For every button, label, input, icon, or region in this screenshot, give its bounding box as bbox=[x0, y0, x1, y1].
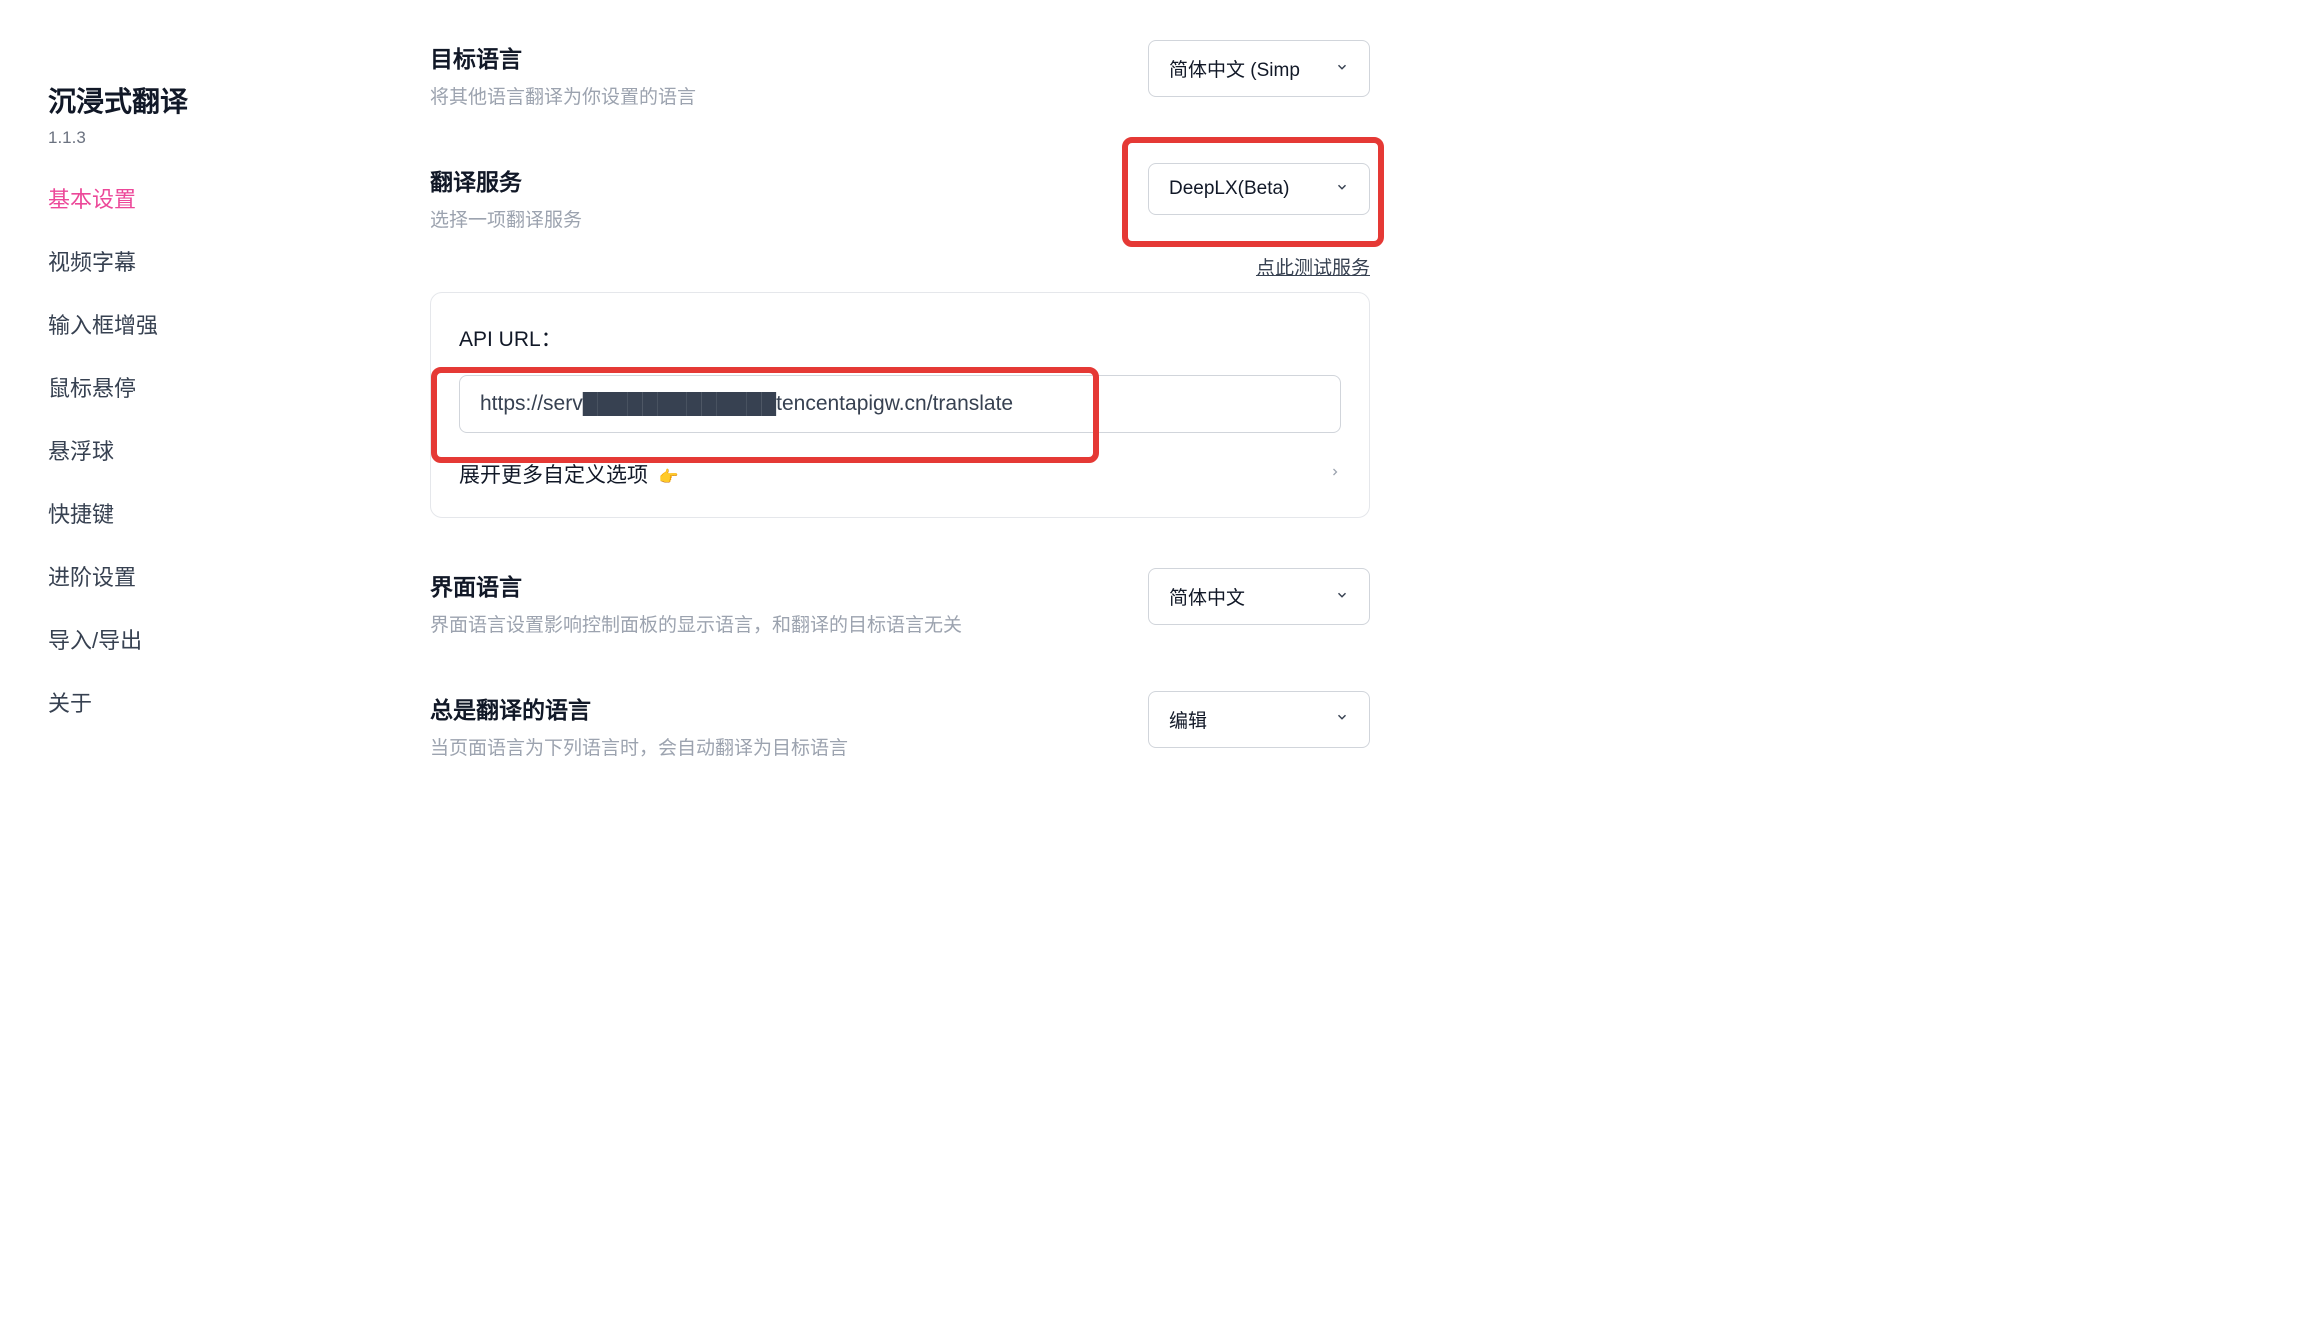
api-url-input[interactable] bbox=[459, 375, 1341, 433]
sidebar-item-about[interactable]: 关于 bbox=[48, 686, 370, 718]
ui-language-value: 简体中文 bbox=[1169, 583, 1245, 610]
service-select[interactable]: DeepLX(Beta) bbox=[1148, 163, 1370, 215]
ui-language-desc: 界面语言设置影响控制面板的显示语言，和翻译的目标语言无关 bbox=[430, 612, 1124, 641]
sidebar-item-video-subtitles[interactable]: 视频字幕 bbox=[48, 245, 370, 277]
chevron-down-icon bbox=[1335, 58, 1349, 80]
chevron-down-icon bbox=[1335, 586, 1349, 608]
chevron-down-icon bbox=[1335, 708, 1349, 730]
pointing-right-icon: 👉 bbox=[658, 469, 678, 486]
section-translation-service: 翻译服务 选择一项翻译服务 DeepLX(Beta) 点此测试服务 API UR… bbox=[430, 163, 1370, 519]
target-language-desc: 将其他语言翻译为你设置的语言 bbox=[430, 84, 1124, 113]
api-url-label: API URL： bbox=[459, 323, 1341, 353]
service-desc: 选择一项翻译服务 bbox=[430, 207, 1124, 236]
target-language-value: 简体中文 (Simp bbox=[1169, 55, 1300, 82]
sidebar-item-float-ball[interactable]: 悬浮球 bbox=[48, 434, 370, 466]
service-value: DeepLX(Beta) bbox=[1169, 178, 1289, 200]
expand-label: 展开更多自定义选项 bbox=[459, 464, 648, 487]
service-title: 翻译服务 bbox=[430, 163, 1124, 197]
always-translate-select[interactable]: 编辑 bbox=[1148, 691, 1370, 748]
target-language-select[interactable]: 简体中文 (Simp bbox=[1148, 40, 1370, 97]
section-always-translate: 总是翻译的语言 当页面语言为下列语言时，会自动翻译为目标语言 编辑 bbox=[430, 691, 1370, 764]
app-root: 沉浸式翻译 1.1.3 基本设置 视频字幕 输入框增强 鼠标悬停 悬浮球 快捷键… bbox=[0, 0, 2318, 1344]
section-target-language: 目标语言 将其他语言翻译为你设置的语言 简体中文 (Simp bbox=[430, 40, 1370, 113]
chevron-down-icon bbox=[1335, 178, 1349, 200]
test-service-link[interactable]: 点此测试服务 bbox=[1256, 258, 1370, 279]
ui-language-select[interactable]: 简体中文 bbox=[1148, 568, 1370, 625]
app-title: 沉浸式翻译 bbox=[48, 80, 370, 120]
target-language-title: 目标语言 bbox=[430, 40, 1124, 74]
always-translate-value: 编辑 bbox=[1169, 706, 1207, 733]
sidebar-item-import-export[interactable]: 导入/导出 bbox=[48, 623, 370, 655]
always-translate-title: 总是翻译的语言 bbox=[430, 691, 1124, 725]
sidebar-nav: 基本设置 视频字幕 输入框增强 鼠标悬停 悬浮球 快捷键 进阶设置 导入/导出 … bbox=[48, 182, 370, 718]
chevron-right-icon bbox=[1329, 463, 1341, 486]
sidebar-item-hotkeys[interactable]: 快捷键 bbox=[48, 497, 370, 529]
expand-more-options[interactable]: 展开更多自定义选项 👉 bbox=[459, 459, 1341, 489]
always-translate-desc: 当页面语言为下列语言时，会自动翻译为目标语言 bbox=[430, 735, 1124, 764]
service-config-card: API URL： 展开更多自定义选项 👉 bbox=[430, 292, 1370, 518]
sidebar-item-advanced[interactable]: 进阶设置 bbox=[48, 560, 370, 592]
sidebar-item-mouse-hover[interactable]: 鼠标悬停 bbox=[48, 371, 370, 403]
sidebar-item-input-enhance[interactable]: 输入框增强 bbox=[48, 308, 370, 340]
app-version: 1.1.3 bbox=[48, 128, 370, 148]
ui-language-title: 界面语言 bbox=[430, 568, 1124, 602]
sidebar: 沉浸式翻译 1.1.3 基本设置 视频字幕 输入框增强 鼠标悬停 悬浮球 快捷键… bbox=[0, 40, 370, 1344]
main-content: 目标语言 将其他语言翻译为你设置的语言 简体中文 (Simp 翻译服务 选择一项… bbox=[370, 40, 1430, 1344]
sidebar-item-basic-settings[interactable]: 基本设置 bbox=[48, 182, 370, 214]
section-ui-language: 界面语言 界面语言设置影响控制面板的显示语言，和翻译的目标语言无关 简体中文 bbox=[430, 568, 1370, 641]
